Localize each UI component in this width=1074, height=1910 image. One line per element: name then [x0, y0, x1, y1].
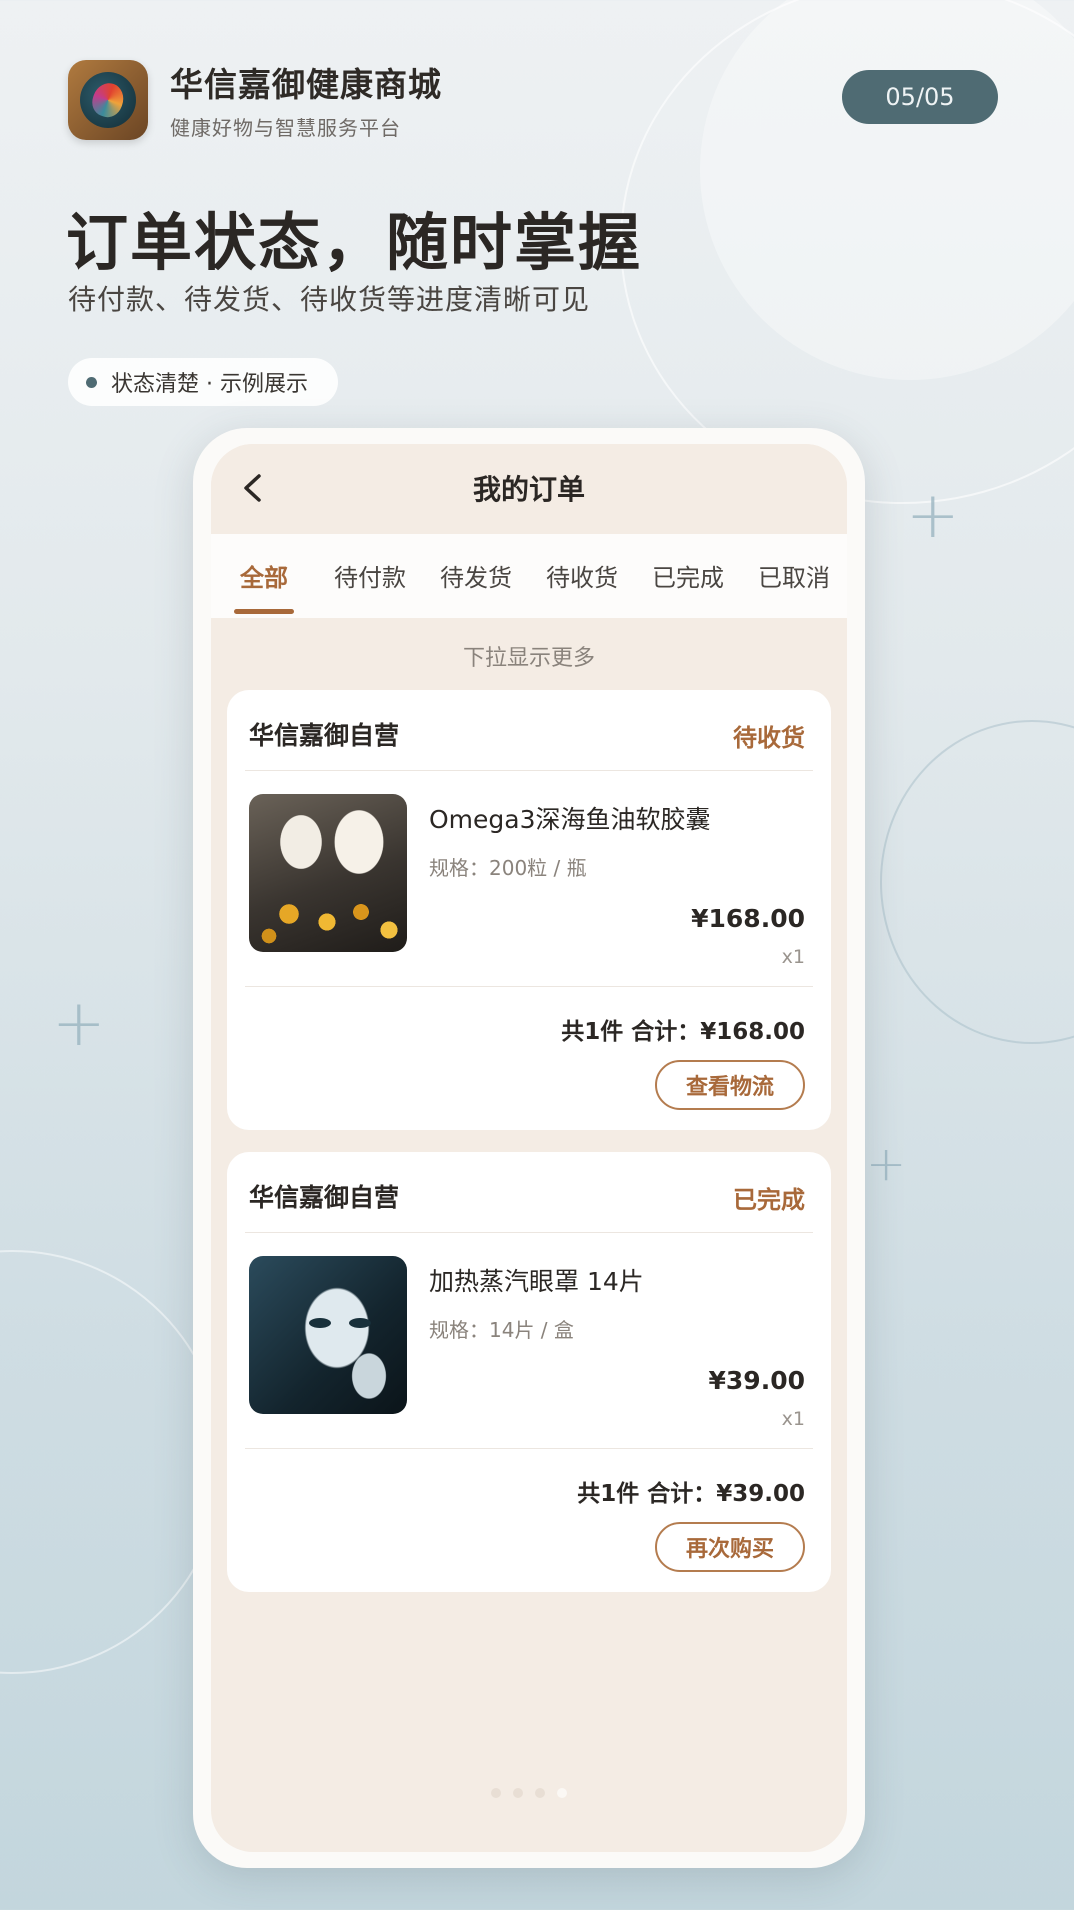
plus-decoration-icon: + [906, 479, 960, 553]
product-name[interactable]: Omega3深海鱼油软胶囊 [429, 800, 711, 836]
tab-pending-payment[interactable]: 待付款 [317, 534, 423, 618]
store-name: 华信嘉御自营 [249, 1183, 400, 1212]
order-total: 共1件 合计：¥168.00 [561, 1019, 805, 1045]
carousel-dot[interactable] [513, 1788, 523, 1798]
product-price: ¥39.00 [708, 1366, 805, 1395]
page-indicator: 05/05 [842, 70, 998, 124]
order-card: 华信嘉御自营 已完成 加热蒸汽眼罩 14片 规格：14片 / 盒 ¥39.00 … [227, 1152, 831, 1592]
product-price: ¥168.00 [691, 904, 805, 933]
divider [245, 1232, 813, 1233]
dot-icon [86, 376, 97, 388]
brand-block: 华信嘉御健康商城 健康好物与智慧服务平台 [170, 58, 442, 141]
phone-screen: 我的订单 全部 待付款 待发货 待收货 已完成 已取消 下拉显示更多 华信嘉御自… [211, 444, 847, 1852]
tab-completed[interactable]: 已完成 [635, 534, 741, 618]
carousel-dot-active[interactable] [557, 1788, 567, 1798]
hero-title: 订单状态，随时掌握 [66, 206, 643, 279]
tab-cancelled[interactable]: 已取消 [741, 534, 847, 618]
view-logistics-button[interactable]: 查看物流 [655, 1060, 805, 1110]
app-header: 华信嘉御健康商城 健康好物与智慧服务平台 [68, 58, 442, 141]
product-image[interactable] [249, 1256, 407, 1414]
product-spec: 规格：14片 / 盒 [429, 1318, 574, 1342]
carousel-dots [211, 1788, 847, 1798]
phone-mockup: 我的订单 全部 待付款 待发货 待收货 已完成 已取消 下拉显示更多 华信嘉御自… [193, 428, 865, 1868]
order-total: 共1件 合计：¥39.00 [577, 1481, 805, 1507]
tab-pending-shipment[interactable]: 待发货 [423, 534, 529, 618]
buy-again-button[interactable]: 再次购买 [655, 1522, 805, 1572]
nav-title: 我的订单 [472, 473, 585, 506]
pull-hint: 下拉显示更多 [462, 646, 595, 671]
order-status: 已完成 [733, 1186, 805, 1214]
tab-pending-receipt[interactable]: 待收货 [529, 534, 635, 618]
order-tabs: 全部 待付款 待发货 待收货 已完成 已取消 [211, 534, 847, 618]
nav-bar: 我的订单 [211, 444, 847, 534]
plus-decoration-icon: + [52, 987, 106, 1061]
plus-decoration-icon: + [866, 1136, 907, 1192]
feature-tag: 状态清楚 · 示例展示 [68, 358, 338, 406]
divider [245, 1448, 813, 1449]
product-image[interactable] [249, 794, 407, 952]
app-logo-icon [68, 59, 148, 140]
carousel-dot[interactable] [535, 1788, 545, 1798]
store-name: 华信嘉御自营 [249, 721, 400, 750]
app-name: 华信嘉御健康商城 [170, 65, 442, 104]
tab-all[interactable]: 全部 [211, 534, 317, 618]
product-qty: x1 [781, 946, 805, 968]
app-subtitle: 健康好物与智慧服务平台 [170, 116, 401, 140]
carousel-dot[interactable] [491, 1788, 501, 1798]
product-qty: x1 [781, 1408, 805, 1430]
divider [245, 770, 813, 771]
hero-subtitle: 待付款、待发货、待收货等进度清晰可见 [68, 283, 591, 316]
divider [245, 986, 813, 987]
order-card: 华信嘉御自营 待收货 Omega3深海鱼油软胶囊 规格：200粒 / 瓶 ¥16… [227, 690, 831, 1130]
product-name[interactable]: 加热蒸汽眼罩 14片 [429, 1262, 644, 1298]
order-status: 待收货 [733, 724, 805, 752]
product-spec: 规格：200粒 / 瓶 [429, 856, 587, 880]
feature-tag-label: 状态清楚 · 示例展示 [111, 372, 308, 397]
